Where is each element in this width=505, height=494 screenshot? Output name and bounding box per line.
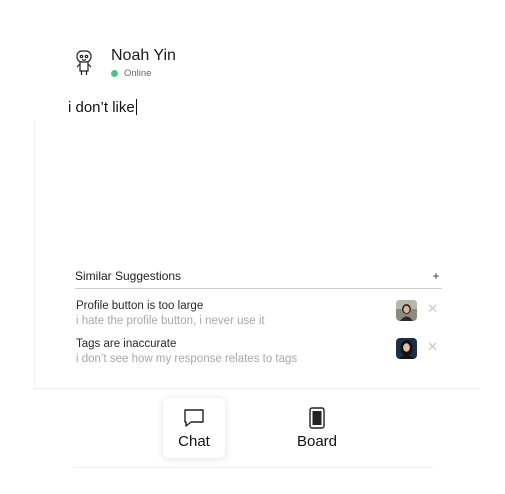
message-input[interactable]: i don’t like [68, 98, 448, 120]
user-avatar[interactable] [396, 338, 417, 359]
suggestions-header: Similar Suggestions + [75, 266, 442, 286]
user-avatar[interactable] [396, 300, 417, 321]
add-suggestion-button[interactable]: + [430, 269, 442, 283]
contact-name: Noah Yin [111, 47, 176, 64]
suggestion-item[interactable]: Profile button is too large i hate the p… [75, 299, 442, 335]
text-caret [135, 99, 137, 115]
card-border-bottom [34, 388, 479, 389]
status-text: Online [124, 68, 152, 79]
tab-bar-underline [73, 467, 433, 468]
tab-board[interactable]: Board [286, 398, 348, 458]
tab-chat-label: Chat [178, 433, 210, 450]
similar-suggestions-panel: Similar Suggestions + Profile button is … [75, 266, 442, 373]
presence-status: Online [111, 68, 176, 79]
message-input-text: i don’t like [68, 99, 135, 116]
suggestion-title: Tags are inaccurate [76, 338, 177, 350]
tab-chat[interactable]: Chat [163, 398, 225, 458]
card-border-left [34, 120, 35, 388]
online-status-dot [111, 70, 118, 77]
suggestions-title: Similar Suggestions [75, 269, 182, 283]
chat-header: Noah Yin Online [72, 46, 176, 80]
suggestions-divider [75, 288, 442, 289]
suggestion-title: Profile button is too large [76, 300, 204, 312]
board-icon [307, 406, 327, 430]
suggestion-subtitle: i hate the profile button, i never use i… [76, 315, 265, 327]
suggestion-item[interactable]: Tags are inaccurate i don’t see how my r… [75, 337, 442, 373]
suggestion-subtitle: i don’t see how my response relates to t… [76, 353, 298, 365]
dismiss-suggestion-close-icon[interactable]: ✕ [427, 340, 438, 354]
bottom-tab-bar: Chat Board [73, 392, 433, 468]
tab-board-label: Board [296, 433, 338, 450]
chat-bubble-icon [182, 406, 206, 430]
dismiss-suggestion-close-icon[interactable]: ✕ [427, 302, 438, 316]
robot-avatar-icon[interactable] [72, 48, 96, 78]
